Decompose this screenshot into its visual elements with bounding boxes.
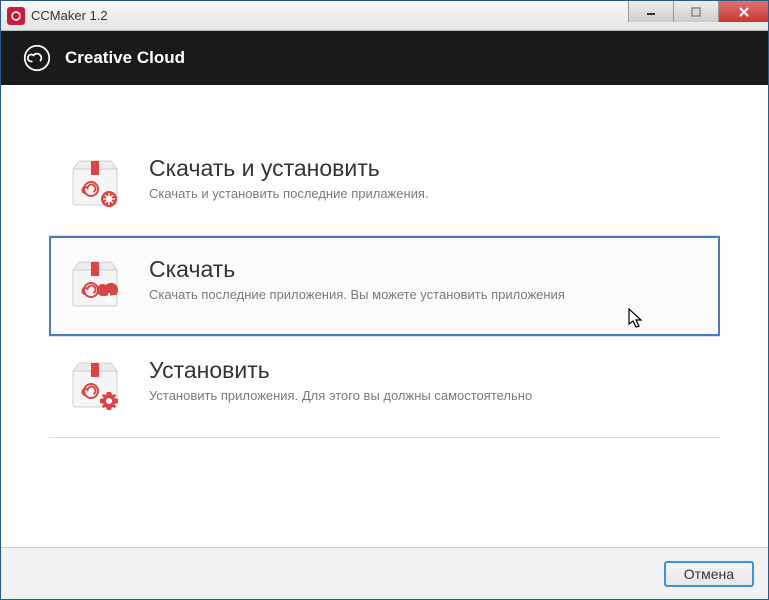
creative-cloud-icon xyxy=(23,44,51,72)
maximize-button[interactable] xyxy=(673,1,718,22)
app-icon xyxy=(7,7,25,25)
window-controls xyxy=(628,1,768,22)
option-title: Скачать xyxy=(149,256,700,283)
option-desc: Скачать последние приложения. Вы можете … xyxy=(149,287,700,304)
window-title: CCMaker 1.2 xyxy=(31,8,108,23)
titlebar[interactable]: CCMaker 1.2 xyxy=(1,1,768,31)
header-title: Creative Cloud xyxy=(65,48,185,68)
minimize-button[interactable] xyxy=(628,1,673,22)
divider xyxy=(49,437,720,438)
option-desc: Скачать и установить последние прилажени… xyxy=(149,186,700,203)
footer-bar: Отмена xyxy=(1,547,768,599)
header-bar: Creative Cloud xyxy=(1,31,768,85)
content-area: Скачать и установить Скачать и установит… xyxy=(1,85,768,547)
option-download[interactable]: Скачать Скачать последние приложения. Вы… xyxy=(49,236,720,336)
box-cog-icon xyxy=(67,357,123,413)
box-gear-icon xyxy=(67,155,123,211)
option-install[interactable]: Установить Установить приложения. Для эт… xyxy=(49,337,720,437)
option-desc: Установить приложения. Для этого вы долж… xyxy=(149,388,700,405)
cancel-button[interactable]: Отмена xyxy=(664,561,754,587)
option-title: Скачать и установить xyxy=(149,155,700,182)
option-download-install[interactable]: Скачать и установить Скачать и установит… xyxy=(49,137,720,235)
option-title: Установить xyxy=(149,357,700,384)
app-window: CCMaker 1.2 Creative Cloud xyxy=(0,0,769,600)
close-button[interactable] xyxy=(718,1,768,22)
box-download-icon xyxy=(67,256,123,312)
